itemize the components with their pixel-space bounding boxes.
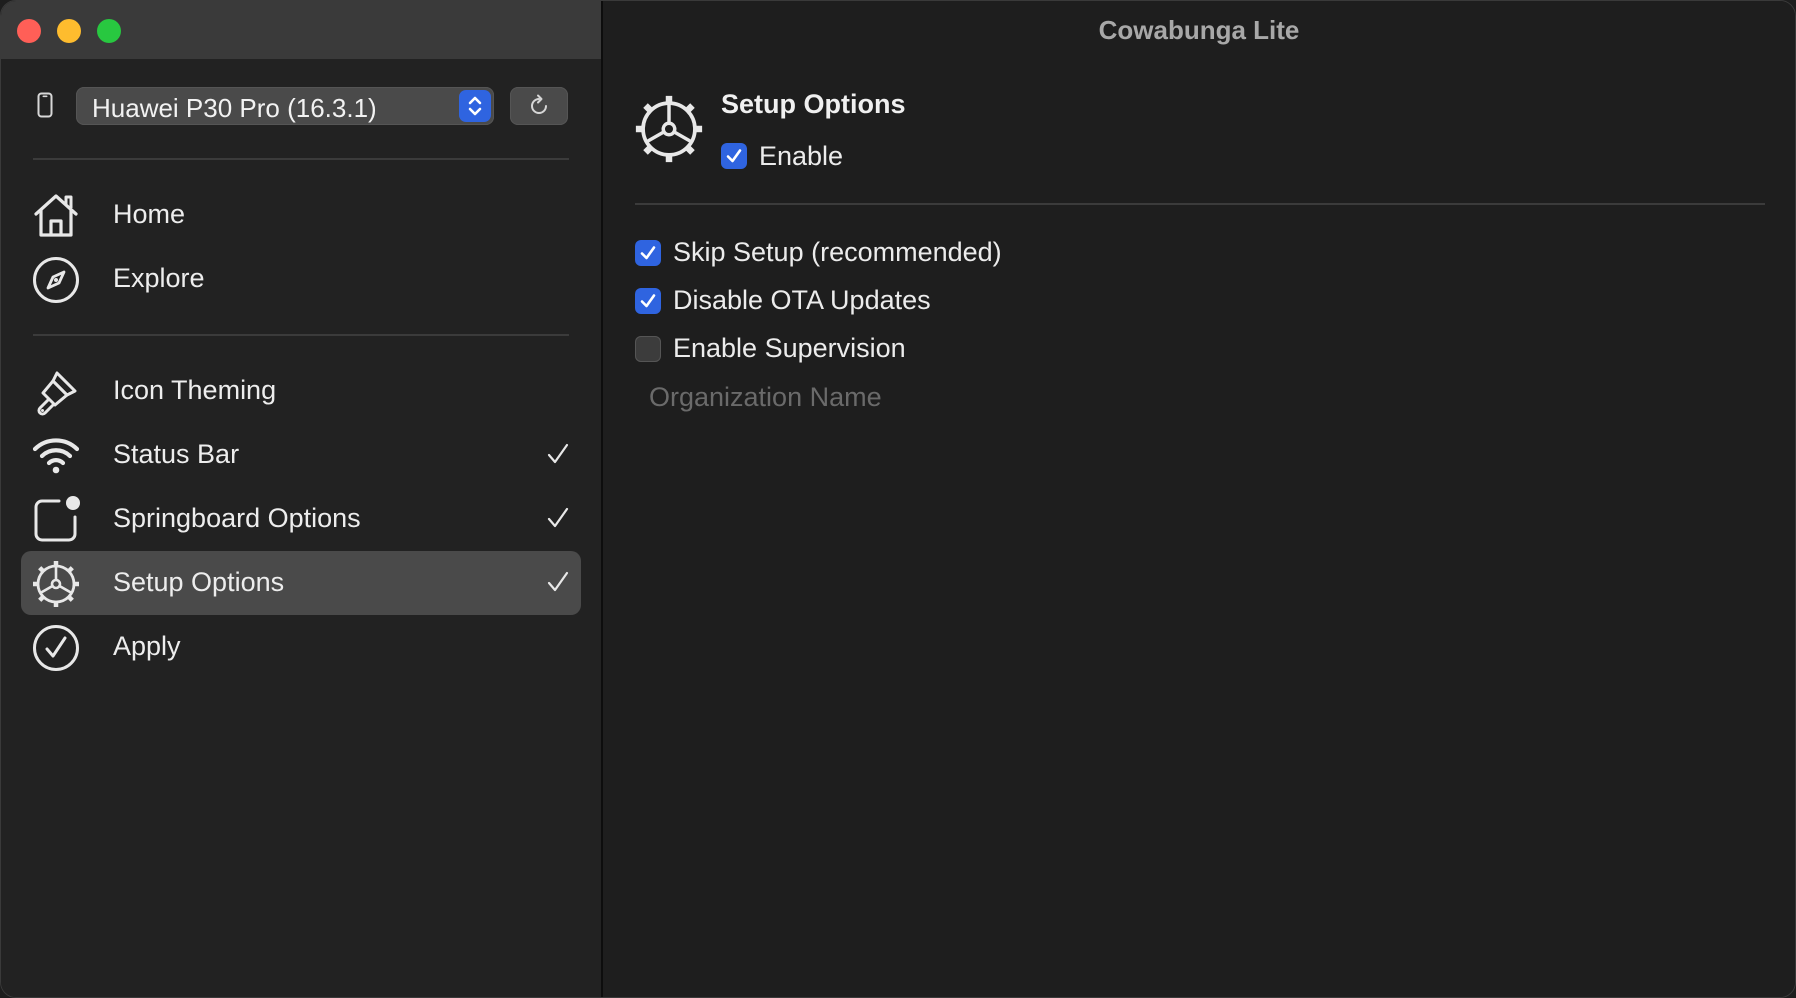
device-row: Huawei P30 Pro (16.3.1) (1, 83, 601, 129)
organization-name-field[interactable] (633, 379, 1169, 415)
app-badge-icon (34, 496, 80, 542)
enable-checkbox[interactable] (721, 143, 747, 169)
content-divider (635, 203, 1765, 205)
checkmark-icon (547, 571, 569, 592)
checkmark-icon (726, 149, 742, 163)
page-title: Setup Options (721, 89, 906, 119)
maximize-window-button[interactable] (97, 19, 121, 43)
chevron-up-down-icon (459, 90, 491, 122)
sidebar: Huawei P30 Pro (16.3.1) Home Explore Ico… (1, 1, 603, 997)
sidebar-item-label: Home (113, 199, 186, 229)
enable-label: Enable (759, 141, 844, 171)
checkmark-icon (640, 294, 656, 308)
checkmark-icon (640, 246, 656, 260)
sidebar-divider (33, 158, 569, 160)
sidebar-item-apply[interactable]: Apply (21, 615, 581, 679)
sidebar-item-label: Apply (113, 631, 181, 661)
app-window: Huawei P30 Pro (16.3.1) Home Explore Ico… (0, 0, 1796, 998)
enable-supervision-label: Enable Supervision (673, 333, 906, 363)
checkmark-circle-icon (33, 625, 79, 671)
sidebar-item-status-bar[interactable]: Status Bar (21, 423, 581, 487)
enable-supervision-checkbox[interactable] (635, 336, 661, 362)
skip-setup-checkbox[interactable] (635, 240, 661, 266)
sidebar-item-label: Icon Theming (113, 375, 277, 405)
gear-icon (33, 561, 79, 607)
refresh-button[interactable] (510, 87, 568, 125)
gear-icon (635, 95, 703, 163)
house-icon (34, 194, 78, 237)
refresh-icon (531, 94, 547, 114)
sidebar-item-icon-theming[interactable]: Icon Theming (21, 359, 581, 423)
checkmark-icon (547, 443, 569, 464)
device-select-value: Huawei P30 Pro (16.3.1) (92, 93, 377, 123)
sidebar-item-label: Setup Options (113, 567, 285, 597)
sidebar-divider (33, 334, 569, 336)
disable-ota-checkbox[interactable] (635, 288, 661, 314)
iphone-icon (37, 92, 53, 118)
disable-ota-label: Disable OTA Updates (673, 285, 931, 315)
sidebar-item-home[interactable]: Home (21, 183, 581, 247)
title-bar (1, 1, 601, 59)
paintbrush-icon (37, 371, 77, 416)
close-window-button[interactable] (17, 19, 41, 43)
compass-icon (33, 257, 79, 303)
device-select[interactable]: Huawei P30 Pro (16.3.1) (76, 87, 494, 125)
sidebar-item-label: Status Bar (113, 439, 240, 469)
checkmark-icon (547, 507, 569, 528)
minimize-window-button[interactable] (57, 19, 81, 43)
skip-setup-label: Skip Setup (recommended) (673, 237, 1002, 267)
sidebar-item-explore[interactable]: Explore (21, 247, 581, 311)
sidebar-item-label: Springboard Options (113, 503, 361, 533)
sidebar-item-setup-options[interactable]: Setup Options (21, 551, 581, 615)
sidebar-item-label: Explore (113, 263, 205, 293)
wifi-icon (32, 438, 80, 474)
sidebar-item-springboard-options[interactable]: Springboard Options (21, 487, 581, 551)
main-content: Cowabunga Lite Setup Options Enable Skip… (603, 1, 1795, 997)
title-bar: Cowabunga Lite (603, 1, 1795, 59)
window-title: Cowabunga Lite (1098, 15, 1300, 45)
